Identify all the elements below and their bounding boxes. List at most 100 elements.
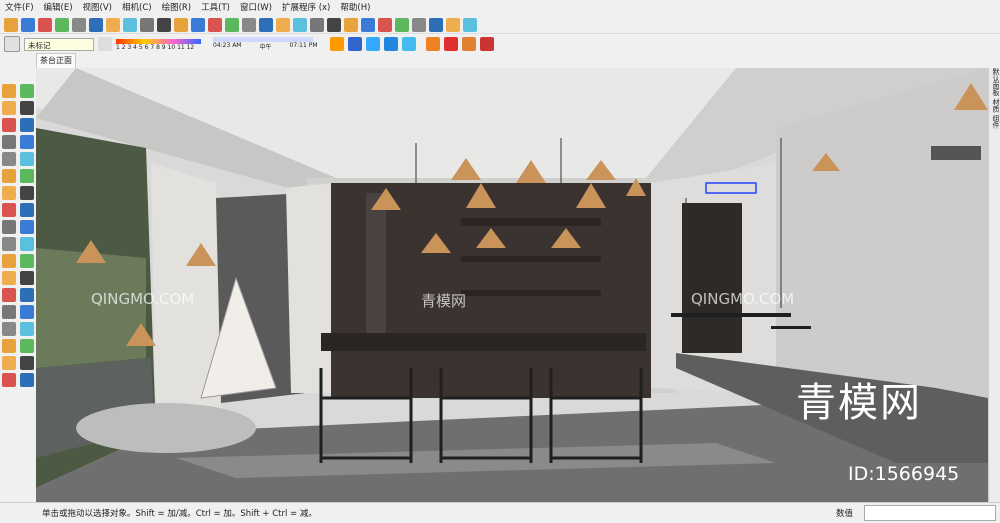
plugin-1-icon[interactable] — [425, 37, 440, 51]
iso-view-icon[interactable] — [347, 37, 362, 51]
arc-icon[interactable] — [2, 169, 16, 183]
styles-icon[interactable] — [225, 17, 239, 32]
position-camera-icon[interactable] — [2, 339, 16, 353]
menu-tools[interactable]: 工具(T) — [196, 0, 235, 16]
extension-tool-icon[interactable] — [463, 17, 477, 32]
walk-icon[interactable] — [2, 356, 16, 370]
follow-me-icon[interactable] — [20, 203, 34, 217]
menu-edit[interactable]: 编辑(E) — [39, 0, 78, 16]
scenes-icon[interactable] — [276, 17, 290, 32]
rotated-rectangle-icon[interactable] — [20, 135, 34, 149]
shadows-icon[interactable] — [293, 17, 307, 32]
components-icon[interactable] — [191, 17, 205, 32]
tray-tab-materials[interactable]: 材质 — [992, 98, 1000, 112]
text-icon[interactable] — [20, 254, 34, 268]
scale-icon[interactable] — [2, 220, 16, 234]
look-around-icon[interactable] — [20, 339, 34, 353]
model-viewport[interactable]: QINGMO.COM 青模网 QINGMO.COM 青模网 ID:1566945 — [36, 68, 988, 502]
tray-tab-default[interactable]: 默认面板 — [992, 68, 1000, 96]
rotate-icon[interactable] — [2, 203, 16, 217]
style-select[interactable]: 未标记 — [24, 37, 94, 51]
top-view-icon[interactable] — [365, 37, 380, 51]
orbit-icon[interactable] — [2, 288, 16, 302]
sandbox-icon[interactable] — [429, 17, 443, 32]
menu-help[interactable]: 帮助(H) — [335, 0, 375, 16]
eraser-icon[interactable] — [20, 101, 34, 115]
right-view-icon[interactable] — [401, 37, 416, 51]
materials-icon[interactable] — [208, 17, 222, 32]
plugin-4-icon[interactable] — [479, 37, 494, 51]
menu-window[interactable]: 窗口(W) — [235, 0, 277, 16]
section-plane-icon[interactable] — [20, 356, 34, 370]
copy-icon[interactable] — [72, 17, 86, 32]
extension-warehouse-icon[interactable] — [20, 373, 34, 387]
tape-measure-icon[interactable] — [2, 237, 16, 251]
zoom-icon[interactable] — [2, 305, 16, 319]
circle-icon[interactable] — [2, 152, 16, 166]
menu-file[interactable]: 文件(F) — [0, 0, 39, 16]
pan-icon[interactable] — [20, 288, 34, 302]
pie-icon[interactable] — [20, 169, 34, 183]
watermark-big: 青模网 — [796, 380, 922, 426]
offset-icon[interactable] — [20, 220, 34, 234]
select-icon[interactable] — [2, 84, 16, 98]
polygon-icon[interactable] — [20, 152, 34, 166]
door — [682, 203, 742, 353]
record-icon[interactable] — [395, 17, 409, 32]
zoom-extents-icon[interactable] — [2, 322, 16, 336]
file-new-icon[interactable] — [4, 17, 18, 32]
front-view-icon[interactable] — [383, 37, 398, 51]
erase-icon[interactable] — [106, 17, 120, 32]
outliner-icon[interactable] — [259, 17, 273, 32]
left-tool-palette — [0, 80, 36, 500]
protractor-icon[interactable] — [2, 254, 16, 268]
soften-edges-icon[interactable] — [344, 17, 358, 32]
left-column — [286, 183, 331, 393]
plugin-2-icon[interactable] — [443, 37, 458, 51]
secondary-toolbar: 未标记 1 2 3 4 5 6 7 8 9 10 11 12 04:23 AM … — [0, 35, 1000, 53]
menu-view[interactable]: 视图(V) — [78, 0, 117, 16]
status-hint: 单击或拖动以选择对象。Shift = 加/减。Ctrl = 加。Shift + … — [42, 509, 317, 519]
axes-icon[interactable] — [2, 271, 16, 285]
freehand-icon[interactable] — [20, 118, 34, 132]
cut-icon[interactable] — [55, 17, 69, 32]
scene-tabs: 茶台正面 — [36, 53, 988, 68]
warehouse-icon[interactable] — [2, 373, 16, 387]
play-mat — [76, 403, 256, 453]
menu-camera[interactable]: 相机(C) — [117, 0, 157, 16]
move-icon[interactable] — [2, 186, 16, 200]
fog-icon[interactable] — [310, 17, 324, 32]
match-photo-icon[interactable] — [327, 17, 341, 32]
tray-tab-components[interactable]: 组件 — [992, 114, 1000, 128]
shadow-toggle-icon[interactable] — [329, 37, 344, 51]
previous-view-icon[interactable] — [20, 322, 34, 336]
stop-icon[interactable] — [412, 17, 426, 32]
measurements-label: 数值 — [836, 509, 854, 519]
open-icon[interactable] — [21, 17, 35, 32]
zoom-window-icon[interactable] — [20, 305, 34, 319]
undo-icon[interactable] — [123, 17, 137, 32]
3d-text-icon[interactable] — [20, 271, 34, 285]
menu-extensions[interactable]: 扩展程序 (x) — [277, 0, 335, 16]
menu-draw[interactable]: 绘图(R) — [157, 0, 197, 16]
push-pull-icon[interactable] — [20, 186, 34, 200]
save-icon[interactable] — [38, 17, 52, 32]
linear-pendant — [771, 326, 811, 329]
rectangle-icon[interactable] — [2, 135, 16, 149]
layers-icon[interactable] — [242, 17, 256, 32]
pause-icon[interactable] — [378, 17, 392, 32]
print-icon[interactable] — [157, 17, 171, 32]
model-info-icon[interactable] — [174, 17, 188, 32]
plugin-3-icon[interactable] — [461, 37, 476, 51]
paint-bucket-icon[interactable] — [2, 101, 16, 115]
make-component-icon[interactable] — [20, 84, 34, 98]
play-icon[interactable] — [361, 17, 375, 32]
redo-icon[interactable] — [140, 17, 154, 32]
paste-icon[interactable] — [89, 17, 103, 32]
dimension-icon[interactable] — [20, 237, 34, 251]
measurements-input[interactable] — [864, 505, 996, 521]
eraser-style-icon[interactable] — [98, 37, 112, 51]
solid-tools-icon[interactable] — [446, 17, 460, 32]
scene-tab[interactable]: 茶台正面 — [36, 53, 76, 68]
line-icon[interactable] — [2, 118, 16, 132]
